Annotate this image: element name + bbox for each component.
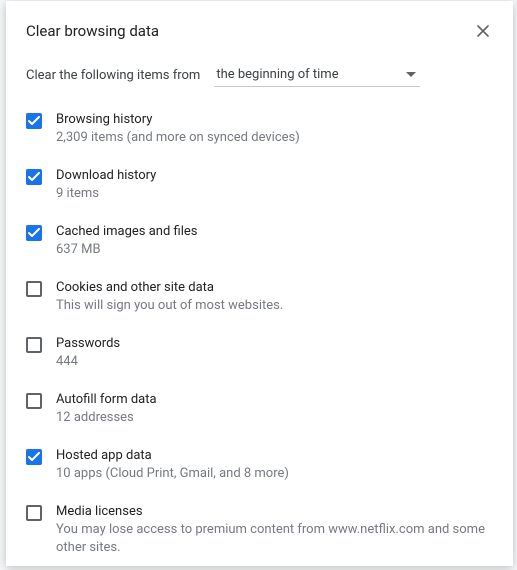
checkbox-cached-images[interactable] (26, 225, 42, 241)
check-icon (28, 228, 40, 238)
dialog-title: Clear browsing data (26, 22, 159, 40)
time-range-select[interactable]: the beginning of time (214, 63, 420, 87)
item-text: Cookies and other site data This will si… (56, 279, 493, 315)
item-browsing-history: Browsing history 2,309 items (and more o… (26, 111, 493, 147)
item-text: Download history 9 items (56, 167, 493, 203)
checkbox-autofill[interactable] (26, 393, 42, 409)
item-subtitle: 2,309 items (and more on synced devices) (56, 129, 493, 147)
checkbox-download-history[interactable] (26, 169, 42, 185)
item-title: Passwords (56, 335, 493, 353)
item-text: Media licenses You may lose access to pr… (56, 503, 493, 557)
item-subtitle: This will sign you out of most websites. (56, 297, 493, 315)
item-subtitle: 12 addresses (56, 409, 493, 427)
item-subtitle: 9 items (56, 185, 493, 203)
item-text: Cached images and files 637 MB (56, 223, 493, 259)
check-icon (28, 116, 40, 126)
item-subtitle: 444 (56, 353, 493, 371)
close-icon (477, 25, 489, 37)
item-title: Autofill form data (56, 391, 493, 409)
item-text: Passwords 444 (56, 335, 493, 371)
item-cookies: Cookies and other site data This will si… (26, 279, 493, 315)
item-title: Browsing history (56, 111, 493, 129)
item-title: Hosted app data (56, 447, 493, 465)
item-cached-images: Cached images and files 637 MB (26, 223, 493, 259)
item-media-licenses: Media licenses You may lose access to pr… (26, 503, 493, 557)
checkbox-passwords[interactable] (26, 337, 42, 353)
checkbox-media-licenses[interactable] (26, 505, 42, 521)
check-icon (28, 452, 40, 462)
clear-browsing-data-dialog: Clear browsing data Clear the following … (6, 1, 513, 566)
item-autofill: Autofill form data 12 addresses (26, 391, 493, 427)
item-subtitle: 637 MB (56, 241, 493, 259)
item-title: Download history (56, 167, 493, 185)
checkbox-browsing-history[interactable] (26, 113, 42, 129)
chevron-down-icon (406, 67, 416, 82)
item-text: Hosted app data 10 apps (Cloud Print, Gm… (56, 447, 493, 483)
time-range-label: Clear the following items from (26, 68, 200, 83)
item-passwords: Passwords 444 (26, 335, 493, 371)
item-subtitle: You may lose access to premium content f… (56, 521, 493, 557)
close-button[interactable] (473, 21, 493, 41)
check-icon (28, 172, 40, 182)
item-title: Media licenses (56, 503, 493, 521)
item-title: Cookies and other site data (56, 279, 493, 297)
app-shell: Clear browsing data Clear the following … (0, 0, 517, 570)
item-hosted-app-data: Hosted app data 10 apps (Cloud Print, Gm… (26, 447, 493, 483)
checkbox-hosted-app-data[interactable] (26, 449, 42, 465)
dialog-header: Clear browsing data (26, 21, 493, 41)
item-text: Autofill form data 12 addresses (56, 391, 493, 427)
item-subtitle: 10 apps (Cloud Print, Gmail, and 8 more) (56, 465, 493, 483)
item-text: Browsing history 2,309 items (and more o… (56, 111, 493, 147)
item-title: Cached images and files (56, 223, 493, 241)
item-download-history: Download history 9 items (26, 167, 493, 203)
time-range-value: the beginning of time (216, 67, 338, 82)
items-list: Browsing history 2,309 items (and more o… (26, 111, 493, 570)
checkbox-cookies[interactable] (26, 281, 42, 297)
time-range-row: Clear the following items from the begin… (26, 63, 493, 87)
